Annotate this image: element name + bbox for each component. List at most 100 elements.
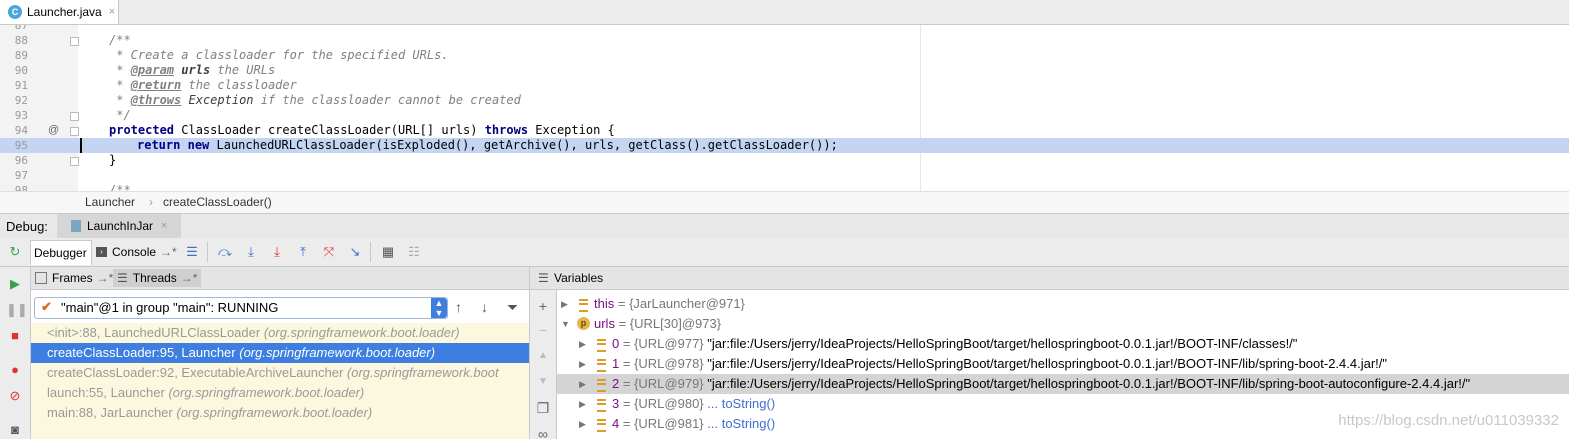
field-icon [597, 379, 606, 392]
variables-panel: ☰ Variables + − ▲ ▼ ❐ ∞ ▶ this = {JarLau… [530, 267, 1569, 442]
mute-breakpoints-icon[interactable]: ⊘ [6, 387, 24, 405]
pin-icon[interactable]: →* [181, 271, 198, 285]
variable-name: 1 [612, 356, 620, 371]
breadcrumb-method[interactable]: createClassLoader() [163, 195, 272, 209]
expand-icon[interactable]: ▶ [579, 394, 586, 414]
duplicate-watch-icon[interactable]: ❐ [535, 400, 551, 416]
frame-row[interactable]: createClassLoader:92, ExecutableArchiveL… [31, 363, 529, 383]
tab-threads[interactable]: ☰ Threads →* [113, 269, 202, 287]
evaluate-expression-icon[interactable]: ▦ [379, 243, 397, 261]
text-caret [80, 138, 82, 153]
close-icon[interactable]: × [161, 220, 167, 232]
code-text: * Create a classloader for the specified… [109, 48, 449, 62]
code-editor[interactable]: 87 88 /** 89 * Create a classloader for … [0, 25, 1569, 191]
variable-row[interactable]: ▼ p urls = {URL[30]@973} [557, 314, 1569, 334]
expand-icon[interactable]: ▶ [579, 354, 586, 374]
show-watches-icon[interactable]: ∞ [535, 426, 551, 442]
code-text: * @param urls the URLs [109, 63, 275, 78]
code-line-current: 95 return new LaunchedURLClassLoader(isE… [0, 138, 1569, 153]
override-marker-icon[interactable]: @ [48, 123, 59, 138]
comment-rest: the classloader [181, 78, 297, 92]
variable-row-selected[interactable]: ▶ 2 = {URL@979} "jar:file:/Users/jerry/I… [557, 374, 1569, 394]
parameter-icon: p [577, 317, 590, 330]
to-string-link[interactable]: ... toString() [707, 396, 775, 411]
editor-tab-label: Launcher.java [27, 5, 102, 19]
filter-icon[interactable]: ⏷ [507, 299, 518, 316]
variable-type: = {URL@979} [622, 376, 704, 391]
step-over-icon[interactable]: ⤼ [216, 243, 234, 261]
variable-row[interactable]: ▶ 1 = {URL@978} "jar:file:/Users/jerry/I… [557, 354, 1569, 374]
tab-console[interactable]: › Console →* [96, 240, 177, 264]
to-string-link[interactable]: ... toString() [707, 416, 775, 431]
session-label: LaunchInJar [87, 219, 154, 233]
variable-row[interactable]: ▶ 3 = {URL@980} ... toString() [557, 394, 1569, 414]
variable-name: 0 [612, 336, 620, 351]
debug-session-tab[interactable]: LaunchInJar × [57, 214, 181, 238]
pin-icon[interactable]: →* [160, 245, 177, 259]
run-to-cursor-icon[interactable]: ↘ [346, 243, 364, 261]
variable-row[interactable]: ▶ this = {JarLauncher@971} [557, 294, 1569, 314]
debug-left-rail: ▶ ❚❚ ■ ● ⊘ ◙ [0, 267, 31, 439]
step-into-icon[interactable]: ⤓ [242, 243, 260, 261]
fold-marker-icon[interactable] [70, 37, 79, 46]
line-number: 87 [14, 25, 28, 32]
code-text: return new LaunchedURLClassLoader(isExpl… [137, 138, 838, 153]
tab-debugger[interactable]: Debugger [30, 240, 92, 265]
thread-selector[interactable]: ✔ "main"@1 in group "main": RUNNING ▲ ▼ [34, 297, 448, 319]
javadoc-exception: Exception [188, 93, 254, 107]
variable-type: = {URL@978} [622, 356, 704, 371]
fold-marker-icon[interactable] [70, 112, 79, 121]
variable-name: this [594, 296, 615, 311]
fold-marker-icon[interactable] [70, 157, 79, 166]
variable-row[interactable]: ▶ 0 = {URL@977} "jar:file:/Users/jerry/I… [557, 334, 1569, 354]
breadcrumb-class[interactable]: Launcher [85, 195, 135, 209]
variable-type: = {URL@977} [622, 336, 704, 351]
editor-tab-launcher[interactable]: C Launcher.java × [0, 0, 119, 24]
tab-threads-label: Threads [132, 271, 177, 285]
variable-type: = {URL@981} [622, 416, 704, 431]
frames-list: <init>:88, LaunchedURLClassLoader (org.s… [31, 323, 529, 439]
collapse-icon[interactable]: ▼ [561, 314, 570, 334]
variable-type: = {URL[30]@973} [618, 316, 722, 331]
tab-frames[interactable]: Frames →* [35, 269, 113, 287]
comment-rest: the URLs [210, 63, 276, 77]
frame-row[interactable]: main:88, JarLauncher (org.springframewor… [31, 403, 529, 423]
view-breakpoints-icon[interactable]: ● [6, 361, 24, 379]
jar-config-icon [71, 220, 81, 232]
step-out-icon[interactable]: ⤒ [294, 243, 312, 261]
move-down-icon[interactable]: ▼ [535, 374, 551, 390]
rerun-icon[interactable]: ↻ [6, 243, 24, 261]
code-line: 92 * @throws Exception if the classloade… [0, 93, 1569, 108]
code-line: 98 /** [0, 183, 1569, 191]
force-step-into-icon[interactable]: ⤓ [268, 243, 286, 261]
camera-icon[interactable]: ◙ [6, 421, 24, 439]
expand-icon[interactable]: ▶ [579, 374, 586, 394]
stop-icon[interactable]: ■ [6, 327, 24, 345]
dropdown-icon[interactable]: ▲ ▼ [431, 298, 447, 318]
trace-stream-icon[interactable]: ☷ [405, 243, 423, 261]
pin-icon[interactable]: →* [97, 271, 114, 285]
line-number: 88 [14, 34, 28, 47]
pause-program-icon[interactable]: ❚❚ [6, 301, 28, 319]
frame-row[interactable]: launch:55, Launcher (org.springframework… [31, 383, 529, 403]
next-frame-icon[interactable]: ↓ [481, 299, 488, 315]
expand-icon[interactable]: ▶ [579, 334, 586, 354]
frame-row[interactable]: <init>:88, LaunchedURLClassLoader (org.s… [31, 323, 529, 343]
add-watch-icon[interactable]: + [535, 298, 551, 314]
drop-frame-icon[interactable]: ⤧ [320, 243, 338, 261]
expand-icon[interactable]: ▶ [561, 294, 568, 314]
remove-watch-icon[interactable]: − [535, 322, 551, 338]
frame-row-selected[interactable]: createClassLoader:95, Launcher (org.spri… [31, 343, 529, 363]
fold-marker-icon[interactable] [70, 127, 79, 136]
show-execution-point-icon[interactable]: ☰ [183, 243, 201, 261]
close-icon[interactable]: × [109, 6, 115, 18]
variables-rail: + − ▲ ▼ ❐ ∞ [530, 290, 557, 442]
frames-icon [35, 272, 47, 284]
breadcrumb-separator: › [149, 195, 153, 209]
resume-program-icon[interactable]: ▶ [6, 275, 24, 293]
move-up-icon[interactable]: ▲ [535, 348, 551, 364]
previous-frame-icon[interactable]: ↑ [455, 299, 462, 315]
javadoc-tag: @throws [130, 93, 182, 107]
expand-icon[interactable]: ▶ [579, 414, 586, 434]
code-text: protected ClassLoader createClassLoader(… [109, 123, 615, 138]
